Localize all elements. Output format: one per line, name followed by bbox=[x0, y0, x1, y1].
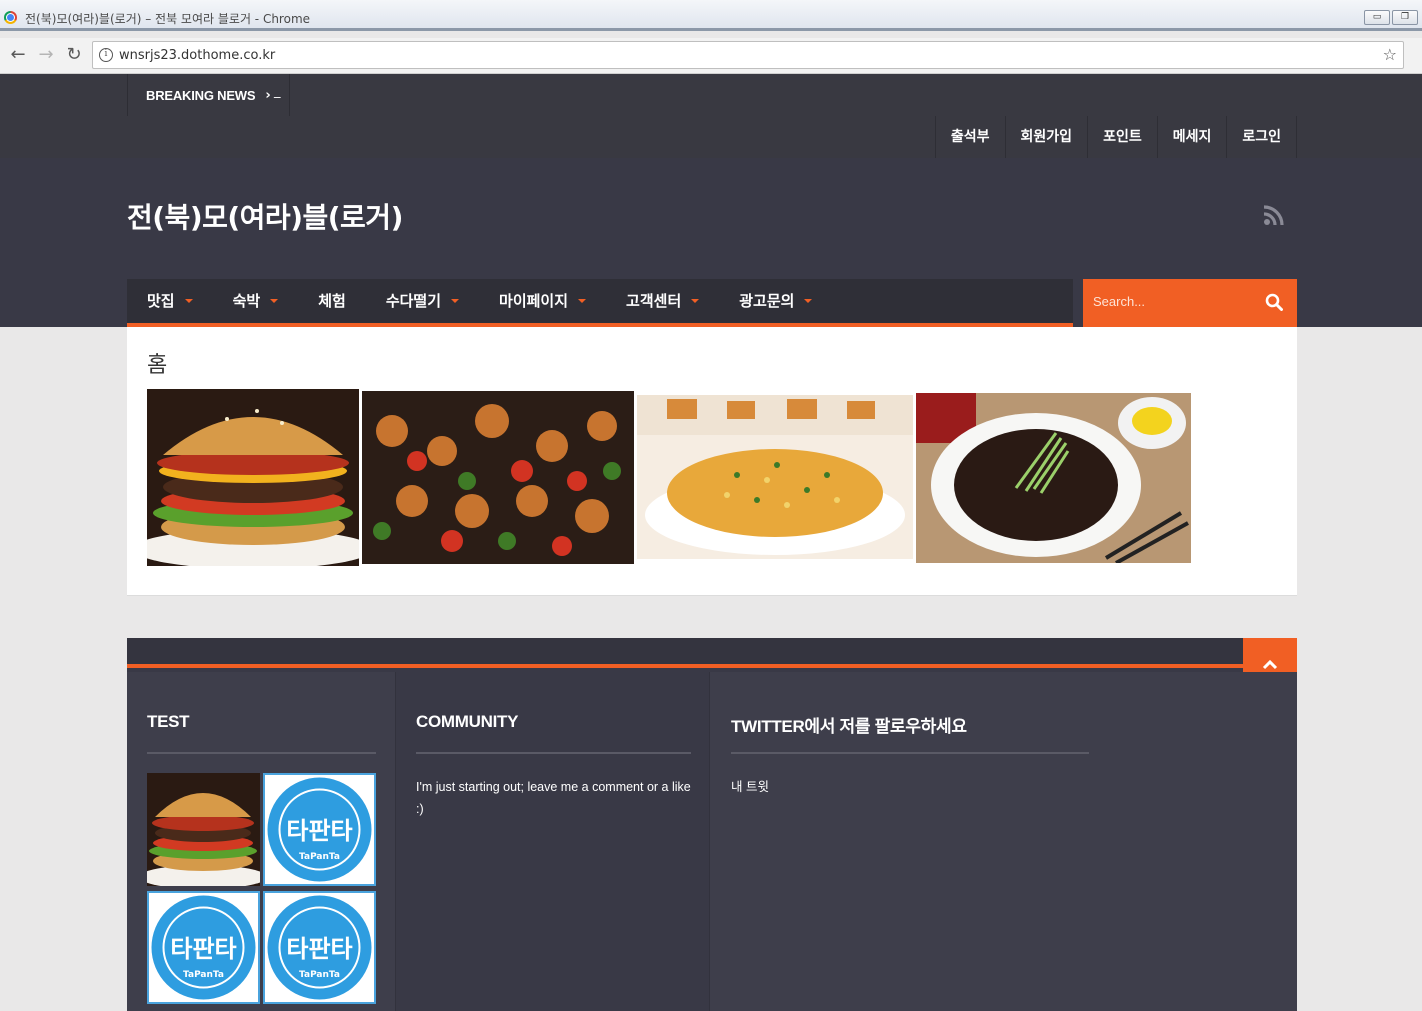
nav-label: 광고문의 bbox=[739, 292, 795, 310]
divider bbox=[147, 752, 376, 754]
nav-label: 수다떨기 bbox=[385, 292, 442, 310]
widget-title: TWITTER에서 저를 팔로우하세요 bbox=[731, 717, 967, 736]
search-icon[interactable] bbox=[1265, 293, 1283, 311]
badge-subtext: TaPanTa bbox=[299, 852, 340, 862]
nav-item-support[interactable]: 고객센터 bbox=[606, 279, 719, 323]
nav-item-experience[interactable]: 체험 bbox=[298, 279, 366, 323]
top-menu: 출석부 회원가입 포인트 메세지 로그인 bbox=[934, 116, 1297, 158]
caret-down-icon bbox=[270, 299, 279, 303]
site-footer: TEST 타판타 TaPanTa 타판타 TaPanTa 타판타 TaPanTa… bbox=[127, 638, 1297, 1011]
gallery-thumb-burger[interactable] bbox=[147, 773, 260, 886]
nav-item-chat[interactable]: 수다떨기 bbox=[366, 279, 479, 323]
chevron-right-icon: › bbox=[265, 87, 271, 103]
restore-button[interactable]: ❐ bbox=[1392, 10, 1418, 25]
site-header: 전(북)모(여라)블(로거) 맛집 숙박 체험 수다떨기 마이페이지 고객센터 … bbox=[0, 158, 1422, 327]
kebab-image[interactable] bbox=[362, 391, 634, 564]
nav-label: 체험 bbox=[318, 292, 346, 310]
divider bbox=[416, 752, 691, 754]
site-info-icon[interactable]: i bbox=[99, 48, 113, 62]
minimize-button[interactable]: ▭ bbox=[1364, 10, 1390, 25]
main-navigation: 맛집 숙박 체험 수다떨기 마이페이지 고객센터 광고문의 bbox=[127, 279, 1073, 327]
widget-title: COMMUNITY bbox=[416, 712, 519, 731]
search-box bbox=[1083, 279, 1297, 327]
nav-label: 맛집 bbox=[147, 292, 175, 310]
badge-text: 타판타 bbox=[170, 935, 236, 963]
window-title: 전(북)모(여라)블(로거) – 전북 모여라 블로거 - Chrome bbox=[25, 12, 311, 26]
tapanta-logo-icon: 타판타 TaPanTa bbox=[151, 895, 256, 1000]
nav-item-mypage[interactable]: 마이페이지 bbox=[479, 279, 606, 323]
url-field[interactable]: i wnsrjs23.dothome.co.kr ☆ bbox=[92, 41, 1404, 69]
footer-widget-community: COMMUNITY I'm just starting out; leave m… bbox=[395, 672, 710, 1011]
top-menu-points[interactable]: 포인트 bbox=[1088, 116, 1158, 158]
caret-down-icon bbox=[578, 299, 587, 303]
url-text: wnsrjs23.dothome.co.kr bbox=[119, 48, 276, 63]
top-menu-messages[interactable]: 메세지 bbox=[1158, 116, 1228, 158]
widget-title: TEST bbox=[147, 712, 190, 731]
back-arrow-icon[interactable]: ← bbox=[6, 43, 30, 67]
tapanta-badge-image[interactable]: 타판타 TaPanTa bbox=[147, 891, 260, 1004]
address-bar: ← → ↻ i wnsrjs23.dothome.co.kr ☆ bbox=[0, 38, 1422, 74]
page-title: 홈 bbox=[147, 353, 168, 378]
badge-text: 타판타 bbox=[286, 935, 352, 963]
nav-item-lodging[interactable]: 숙박 bbox=[213, 279, 299, 323]
fried-rice-image[interactable] bbox=[637, 395, 913, 559]
footer-top-bar bbox=[127, 638, 1297, 668]
news-ticker: _ bbox=[274, 84, 281, 99]
browser-titlebar: 전(북)모(여라)블(로거) – 전북 모여라 블로거 - Chrome ▭ ❐ bbox=[0, 0, 1422, 31]
reload-icon[interactable]: ↻ bbox=[62, 43, 86, 67]
top-menu-attendance[interactable]: 출석부 bbox=[936, 116, 1006, 158]
chrome-logo-icon bbox=[4, 11, 17, 24]
caret-down-icon bbox=[451, 299, 460, 303]
bookmark-star-icon[interactable]: ☆ bbox=[1383, 45, 1397, 64]
site-title[interactable]: 전(북)모(여라)블(로거) bbox=[127, 196, 403, 236]
forward-arrow-icon[interactable]: → bbox=[34, 43, 58, 67]
nav-item-restaurants[interactable]: 맛집 bbox=[127, 279, 213, 323]
rss-icon[interactable] bbox=[1263, 204, 1285, 226]
burger-image[interactable] bbox=[147, 389, 359, 566]
main-content: 홈 bbox=[127, 327, 1297, 596]
badge-subtext: TaPanTa bbox=[299, 970, 340, 980]
breaking-news-label: BREAKING NEWS bbox=[146, 87, 256, 103]
jajangmyeon-image[interactable] bbox=[916, 393, 1191, 563]
tapanta-logo-icon: 타판타 TaPanTa bbox=[267, 777, 372, 882]
tapanta-badge-image[interactable]: 타판타 TaPanTa bbox=[263, 891, 376, 1004]
tweets-link[interactable]: 내 트윗 bbox=[731, 776, 769, 798]
nav-label: 숙박 bbox=[232, 292, 261, 310]
caret-down-icon bbox=[184, 299, 193, 303]
tapanta-logo-icon: 타판타 TaPanTa bbox=[267, 895, 372, 1000]
footer-widget-twitter: TWITTER에서 저를 팔로우하세요 내 트윗 bbox=[710, 672, 1297, 1011]
footer-widget-test: TEST 타판타 TaPanTa 타판타 TaPanTa 타판타 TaPanTa bbox=[127, 672, 395, 1011]
search-input[interactable] bbox=[1083, 279, 1253, 323]
tapanta-badge-image[interactable]: 타판타 TaPanTa bbox=[263, 773, 376, 886]
nav-item-advertising[interactable]: 광고문의 bbox=[719, 279, 832, 323]
tab-strip bbox=[0, 28, 1422, 31]
badge-subtext: TaPanTa bbox=[183, 970, 224, 980]
caret-down-icon bbox=[691, 299, 700, 303]
breaking-news: BREAKING NEWS › bbox=[127, 74, 290, 116]
divider bbox=[731, 752, 1089, 754]
top-menu-register[interactable]: 회원가입 bbox=[1006, 116, 1089, 158]
badge-text: 타판타 bbox=[286, 817, 352, 845]
window-controls: ▭ ❐ bbox=[1364, 10, 1418, 25]
website: BREAKING NEWS › _ 출석부 회원가입 포인트 메세지 로그인 전… bbox=[0, 74, 1422, 1011]
caret-down-icon bbox=[804, 299, 813, 303]
community-text: I'm just starting out; leave me a commen… bbox=[416, 780, 691, 816]
top-bar: BREAKING NEWS › _ 출석부 회원가입 포인트 메세지 로그인 bbox=[0, 74, 1422, 158]
nav-label: 마이페이지 bbox=[499, 292, 569, 310]
nav-label: 고객센터 bbox=[626, 292, 682, 310]
top-menu-login[interactable]: 로그인 bbox=[1227, 116, 1297, 158]
